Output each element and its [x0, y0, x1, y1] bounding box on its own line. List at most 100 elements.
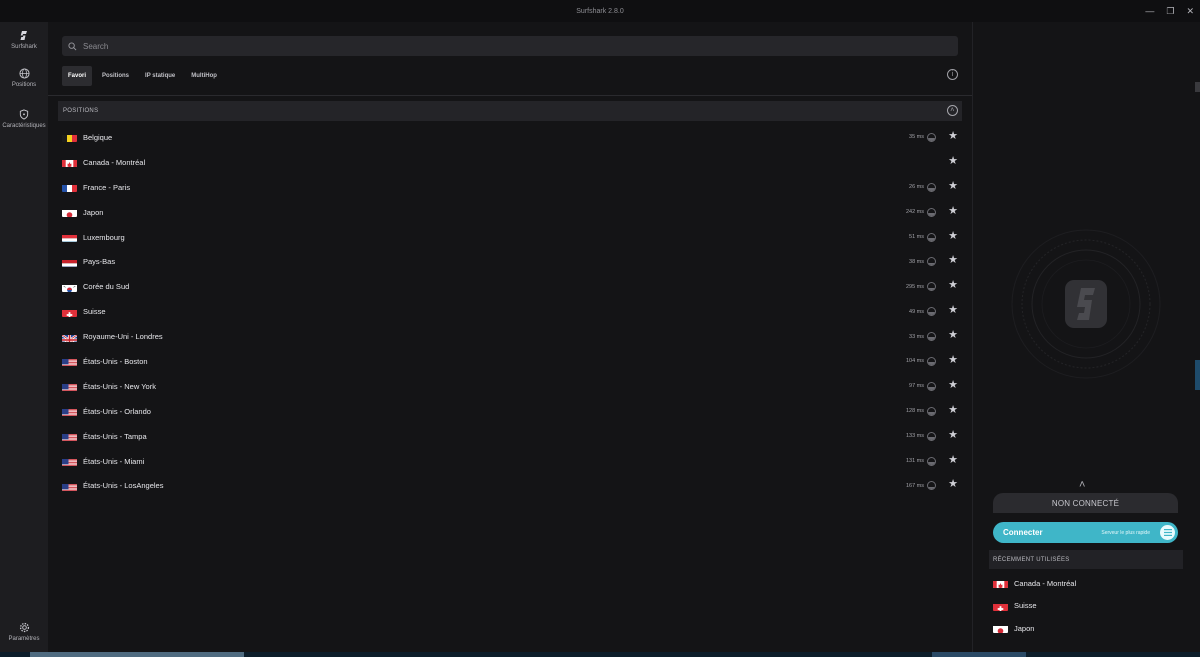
location-row[interactable]: France - Paris 26 ms ★: [62, 175, 962, 200]
taskbar-item[interactable]: [932, 652, 1026, 657]
search-bar[interactable]: [62, 36, 958, 56]
flag: [993, 623, 1008, 634]
search-icon: [68, 41, 77, 50]
location-row[interactable]: Pays-Bas 38 ms ★: [62, 249, 962, 274]
flag: [62, 481, 77, 491]
favorite-star-icon[interactable]: ★: [948, 355, 958, 366]
location-row[interactable]: Belgique 35 ms ★: [62, 125, 962, 150]
favorite-star-icon[interactable]: ★: [948, 180, 958, 192]
favorite-star-icon[interactable]: ★: [948, 479, 958, 490]
menu-icon[interactable]: [1160, 525, 1175, 540]
location-name: États-Unis - Orlando: [83, 406, 151, 416]
location-name: Belgique: [83, 132, 113, 142]
server-load-icon: [927, 406, 936, 416]
recent-item-name: Japon: [1014, 623, 1035, 633]
location-row[interactable]: Suisse 49 ms ★: [62, 299, 962, 324]
flag-us-icon: [62, 359, 77, 367]
favorite-star-icon[interactable]: ★: [948, 205, 958, 217]
title-bar: Surfshark 2.8.0 — ❐ ✕: [0, 0, 1200, 22]
location-row[interactable]: Corée du Sud 295 ms ★: [62, 274, 962, 299]
close-icon[interactable]: ✕: [1186, 6, 1194, 17]
flag-gb-icon: [62, 333, 77, 342]
favorite-star-icon[interactable]: ★: [948, 131, 958, 142]
recent-list: Canada - Montréal Suisse Japon: [993, 572, 1179, 640]
flag-ch-icon: [993, 603, 1008, 611]
sidebar-item-features[interactable]: Caractéristiques: [0, 109, 48, 129]
location-row[interactable]: Canada - Montréal ★: [62, 150, 962, 175]
server-load-icon: [927, 257, 936, 267]
sidebar-item-surfshark[interactable]: Surfshark: [0, 30, 48, 50]
flag-nl-icon: [62, 259, 77, 267]
flag-ca-icon: [993, 581, 1008, 589]
location-name: États-Unis - LosAngeles: [83, 481, 164, 491]
flag: [62, 406, 77, 417]
server-load-icon: [927, 357, 936, 367]
surfshark-emblem: [1011, 229, 1161, 379]
location-list: Belgique 35 ms ★ Canada - Montréal ★ France -…: [62, 125, 962, 498]
minimize-icon[interactable]: —: [1145, 6, 1154, 16]
flag-us-icon: [62, 434, 77, 442]
ping-label: 97 ms: [909, 383, 924, 390]
recent-item[interactable]: Japon: [993, 617, 1179, 640]
favorite-star-icon[interactable]: ★: [948, 230, 958, 242]
search-input[interactable]: [83, 41, 943, 51]
location-row[interactable]: États-Unis - Tampa 133 ms ★: [62, 424, 962, 449]
flag: [62, 381, 77, 392]
server-load-icon: [927, 207, 936, 217]
sidebar-item-label: Surfshark: [11, 44, 37, 50]
recent-item[interactable]: Suisse: [993, 595, 1179, 618]
server-load-icon: [927, 431, 936, 441]
flag: [62, 182, 77, 193]
scrollbar-thumb[interactable]: [1195, 82, 1200, 92]
shield-icon: [19, 109, 29, 120]
restore-icon[interactable]: ❐: [1166, 6, 1174, 17]
tab-positions[interactable]: Positions: [96, 66, 135, 86]
server-load-icon: [927, 133, 936, 142]
info-icon[interactable]: i: [947, 69, 958, 80]
location-row[interactable]: États-Unis - Orlando 128 ms ★: [62, 399, 962, 424]
recent-header: RÉCEMMENT UTILISÉES: [989, 550, 1183, 569]
location-name: Royaume-Uni - Londres: [83, 332, 163, 342]
flag: [62, 332, 77, 342]
expand-icon[interactable]: ˄: [1079, 479, 1085, 491]
tab-multihop[interactable]: MultiHop: [185, 66, 223, 86]
location-name: Canada - Montréal: [83, 157, 146, 167]
favorite-star-icon[interactable]: ★: [948, 404, 958, 416]
location-name: Corée du Sud: [83, 282, 130, 292]
flag-jp-icon: [62, 210, 77, 218]
sidebar-item-settings[interactable]: Paramètres: [0, 622, 48, 642]
favorite-star-icon[interactable]: ★: [948, 255, 958, 266]
favorite-star-icon[interactable]: ★: [948, 155, 958, 167]
flag-us-icon: [62, 384, 77, 392]
location-row[interactable]: Royaume-Uni - Londres 33 ms ★: [62, 324, 962, 349]
favorite-star-icon[interactable]: ★: [948, 454, 958, 466]
ping-label: 33 ms: [909, 333, 924, 340]
sidebar-item-label: Positions: [11, 82, 37, 88]
flag: [62, 132, 77, 143]
sidebar: Surfshark Positions Caractéristiques Par…: [0, 22, 48, 652]
location-row[interactable]: États-Unis - Miami 131 ms ★: [62, 449, 962, 474]
sidebar-item-positions[interactable]: Positions: [0, 68, 48, 88]
favorite-star-icon[interactable]: ★: [948, 305, 958, 316]
section-header: POSITIONS ˄: [58, 101, 962, 121]
location-row[interactable]: États-Unis - LosAngeles 167 ms ★: [62, 473, 962, 498]
divider: [48, 95, 972, 96]
favorite-star-icon[interactable]: ★: [948, 280, 958, 291]
recent-item-name: Canada - Montréal: [1014, 578, 1077, 588]
favorite-star-icon[interactable]: ★: [948, 429, 958, 441]
connect-button[interactable]: Connecter Serveur le plus rapide: [993, 522, 1178, 543]
flag-ca-icon: [62, 160, 77, 168]
location-row[interactable]: États-Unis - New York 97 ms ★: [62, 374, 962, 399]
location-row[interactable]: Japon 242 ms ★: [62, 200, 962, 225]
flag: [62, 157, 77, 168]
collapse-icon[interactable]: ˄: [947, 105, 958, 116]
location-row[interactable]: Luxembourg 51 ms ★: [62, 225, 962, 250]
location-row[interactable]: États-Unis - Boston 104 ms ★: [62, 349, 962, 374]
recent-item[interactable]: Canada - Montréal: [993, 572, 1179, 595]
taskbar-active-window[interactable]: [30, 652, 244, 657]
tab-ip-statique[interactable]: IP statique: [139, 66, 181, 86]
favorite-star-icon[interactable]: ★: [948, 379, 958, 391]
favorite-star-icon[interactable]: ★: [948, 330, 958, 341]
location-name: France - Paris: [83, 182, 131, 192]
tab-favori[interactable]: Favori: [62, 66, 93, 86]
